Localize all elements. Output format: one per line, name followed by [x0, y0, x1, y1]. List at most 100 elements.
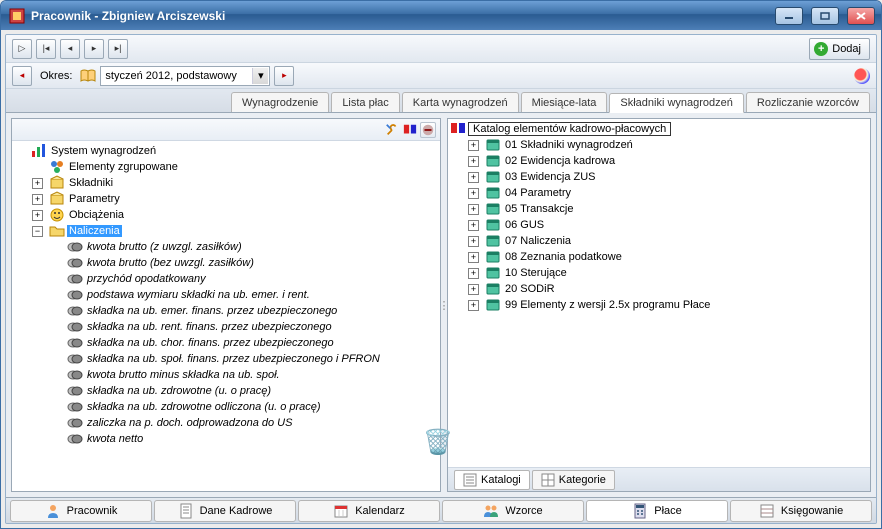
catalog-item[interactable]: +03 Ewidencja ZUS [450, 169, 868, 185]
calcitem-icon [67, 431, 83, 447]
toggle-icon[interactable]: + [468, 300, 479, 311]
rec-first-button[interactable]: |◂ [36, 39, 56, 59]
toggle-icon[interactable]: + [468, 236, 479, 247]
bottom-tab-pracownik[interactable]: Pracownik [10, 500, 152, 522]
bottom-tab-dane-kadrowe[interactable]: Dane Kadrowe [154, 500, 296, 522]
sub-tab-katalogi[interactable]: Katalogi [454, 470, 530, 490]
tree-item-calc[interactable]: zaliczka na p. doch. odprowadzona do US [14, 415, 438, 431]
left-tree[interactable]: System wynagrodzeń Elementy zgrupowane+Sk… [12, 141, 440, 491]
booklet-icon [485, 281, 501, 297]
catalog-header[interactable]: Katalog elementów kadrowo-płacowych [450, 121, 868, 137]
chevron-down-icon[interactable]: ▾ [252, 68, 268, 84]
catalog-item[interactable]: +07 Naliczenia [450, 233, 868, 249]
catalog-item[interactable]: +06 GUS [450, 217, 868, 233]
minimize-button[interactable] [775, 7, 803, 25]
maximize-button[interactable] [811, 7, 839, 25]
calcitem-icon [67, 287, 83, 303]
top-tab-1[interactable]: Lista płac [331, 92, 399, 112]
left-pane-toolbar [12, 119, 440, 141]
tree-item-obciazenia[interactable]: +Obciążenia [14, 207, 438, 223]
toggle-icon[interactable]: + [468, 268, 479, 279]
toggle-icon[interactable]: + [468, 220, 479, 231]
toggle-icon [50, 290, 61, 301]
book-icon [80, 69, 96, 83]
tree-label: kwota brutto minus składka na ub. społ. [85, 369, 282, 381]
tree-item-calc[interactable]: kwota netto [14, 431, 438, 447]
booklet-icon [485, 265, 501, 281]
toggle-icon [50, 274, 61, 285]
close-button[interactable] [847, 7, 875, 25]
tree-item-calc[interactable]: kwota brutto (z uwzgl. zasiłków) [14, 239, 438, 255]
tree-root[interactable]: System wynagrodzeń [14, 143, 438, 159]
catalog-item[interactable]: +08 Zeznania podatkowe [450, 249, 868, 265]
tree-item-calc[interactable]: składka na ub. rent. finans. przez ubezp… [14, 319, 438, 335]
tree-item-calc[interactable]: kwota brutto (bez uwzgl. zasiłków) [14, 255, 438, 271]
add-button[interactable]: + Dodaj [809, 38, 870, 60]
rec-prev-button[interactable]: ◂ [60, 39, 80, 59]
toggle-icon[interactable]: + [468, 252, 479, 263]
bottom-tab-kalendarz[interactable]: Kalendarz [298, 500, 440, 522]
tree-item-parametry[interactable]: + Parametry [14, 191, 438, 207]
bottom-tab-płace[interactable]: Płace [586, 500, 728, 522]
tree-label: System wynagrodzeń [49, 145, 158, 157]
tree-item-calc[interactable]: kwota brutto minus składka na ub. społ. [14, 367, 438, 383]
catalog-item[interactable]: +04 Parametry [450, 185, 868, 201]
toggle-icon[interactable]: + [468, 140, 479, 151]
toggle-icon[interactable]: − [32, 226, 43, 237]
tree-item-skladniki[interactable]: +Składniki [14, 175, 438, 191]
tree-item-calc[interactable]: podstawa wymiaru składki na ub. emer. i … [14, 287, 438, 303]
rec-play-button[interactable]: ▷ [12, 39, 32, 59]
catalog-label: 03 Ewidencja ZUS [503, 171, 598, 183]
tree-item-calc[interactable]: składka na ub. chor. finans. przez ubezp… [14, 335, 438, 351]
period-combo[interactable]: styczeń 2012, podstawowy ▾ [100, 66, 270, 86]
period-next-button[interactable]: ▸ [274, 66, 294, 86]
bottom-tab-wzorce[interactable]: Wzorce [442, 500, 584, 522]
period-prev-button[interactable]: ◂ [12, 66, 32, 86]
orb-icon[interactable] [854, 68, 870, 84]
tree-item-calc[interactable]: składka na ub. społ. finans. przez ubezp… [14, 351, 438, 367]
toggle-icon[interactable]: + [468, 188, 479, 199]
bottom-tab-księgowanie[interactable]: Księgowanie [730, 500, 872, 522]
toggle-icon[interactable]: + [32, 194, 43, 205]
top-tab-0[interactable]: Wynagrodzenie [231, 92, 329, 112]
catalog-item[interactable]: +01 Składniki wynagrodzeń [450, 137, 868, 153]
tree-item-calc[interactable]: składka na ub. zdrowotne odliczona (u. o… [14, 399, 438, 415]
toggle-icon[interactable]: + [468, 284, 479, 295]
tree-item-grouped[interactable]: Elementy zgrupowane [14, 159, 438, 175]
calcitem-icon [67, 399, 83, 415]
trash-icon[interactable]: 🗑️ [423, 428, 453, 457]
toggle-icon[interactable]: + [32, 178, 43, 189]
catalog-item[interactable]: +02 Ewidencja kadrowa [450, 153, 868, 169]
tree-item-calc[interactable]: przychód opodatkowany [14, 271, 438, 287]
remove-icon[interactable] [420, 122, 436, 138]
wrench-icon[interactable] [384, 122, 400, 138]
top-tab-2[interactable]: Karta wynagrodzeń [402, 92, 519, 112]
toggle-icon[interactable]: + [32, 210, 43, 221]
top-tab-4[interactable]: Składniki wynagrodzeń [609, 93, 744, 113]
top-tab-label: Rozliczanie wzorców [757, 97, 859, 109]
catalog-item[interactable]: +99 Elementy z wersji 2.5x programu Płac… [450, 297, 868, 313]
face-icon [49, 207, 65, 223]
tree-item-calc[interactable]: składka na ub. zdrowotne (u. o pracę) [14, 383, 438, 399]
tree-label: składka na ub. zdrowotne odliczona (u. o… [85, 401, 323, 413]
toggle-icon[interactable]: + [468, 172, 479, 183]
catalog-item[interactable]: +20 SODiR [450, 281, 868, 297]
tree-label: Parametry [67, 193, 122, 205]
tree-label: przychód opodatkowany [85, 273, 208, 285]
catalog-item[interactable]: +10 Sterujące [450, 265, 868, 281]
top-tab-5[interactable]: Rozliczanie wzorców [746, 92, 870, 112]
sub-tab-kategorie[interactable]: Kategorie [532, 470, 615, 490]
rec-last-button[interactable]: ▸| [108, 39, 128, 59]
toggle-icon [50, 370, 61, 381]
titlebar[interactable]: Pracownik - Zbigniew Arciszewski [1, 1, 881, 30]
rec-next-button[interactable]: ▸ [84, 39, 104, 59]
tree-item-naliczenia[interactable]: −Naliczenia [14, 223, 438, 239]
toggle-icon [50, 354, 61, 365]
catalog-item[interactable]: +05 Transakcje [450, 201, 868, 217]
flag-pair-icon[interactable] [402, 122, 418, 138]
right-tree[interactable]: Katalog elementów kadrowo-płacowych+01 S… [448, 119, 870, 467]
top-tab-3[interactable]: Miesiące-lata [521, 92, 608, 112]
tree-item-calc[interactable]: składka na ub. emer. finans. przez ubezp… [14, 303, 438, 319]
toggle-icon[interactable]: + [468, 204, 479, 215]
toggle-icon[interactable]: + [468, 156, 479, 167]
